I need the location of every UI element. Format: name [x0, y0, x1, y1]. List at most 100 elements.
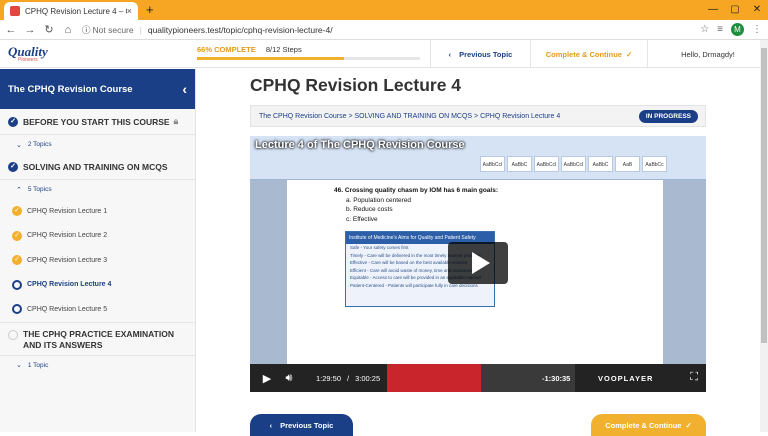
reload-icon[interactable]: ↻ [41, 23, 57, 36]
fullscreen-icon[interactable]: ⛶ [690, 371, 698, 384]
forward-icon[interactable]: → [22, 24, 38, 36]
video-controls: ▶ 🔊︎ 1:29:50 / 3:00:25 -1:30:35 VOOPLAYE… [250, 364, 706, 392]
previous-topic-button[interactable]: ‹ Previous Topic [430, 40, 530, 68]
checkmark-icon: ✓ [685, 420, 692, 430]
collapse-chevron-icon[interactable]: ‹ [182, 81, 187, 97]
window-controls: — ▢ ✕ [702, 0, 768, 20]
play-icon[interactable]: ▶ [256, 372, 278, 385]
complete-continue-label: Complete & Continue [545, 49, 622, 59]
lesson-label: CPHQ Revision Lecture 2 [27, 232, 108, 240]
info-icon[interactable]: ⓘ [82, 24, 91, 36]
favicon-icon [10, 6, 20, 16]
close-window-icon[interactable]: ✕ [746, 0, 768, 20]
answer-option: b. Reduce costs [346, 206, 393, 213]
logo-subword: Pioneers [18, 57, 38, 63]
lesson-label: CPHQ Revision Lecture 3 [27, 256, 108, 264]
checkmark-icon: ✓ [625, 49, 633, 59]
section-practice-exam[interactable]: THE CPHQ PRACTICE EXAMINATION AND ITS AN… [0, 321, 195, 356]
section-title: BEFORE YOU START THIS COURSE [23, 116, 170, 127]
style-swatch: AaBbC [588, 156, 613, 172]
section-before-you-start[interactable]: ✓ BEFORE YOU START THIS COURSE 🔒︎ [0, 109, 195, 135]
new-tab-button[interactable]: + [146, 3, 154, 17]
chevron-up-icon: ⌃ [16, 186, 22, 194]
style-swatch: AaBbCc [642, 156, 667, 172]
video-player[interactable]: AaBbCcI AaBbC AaBbCcI AaBbCcI AaBbC AaB … [250, 136, 706, 392]
style-swatch: AaB [615, 156, 640, 172]
bottom-previous-topic-button[interactable]: ‹ Previous Topic [250, 414, 353, 436]
breadcrumb-text[interactable]: The CPHQ Revision Course > SOLVING AND T… [259, 113, 560, 120]
lesson-content: CPHQ Revision Lecture 4 The CPHQ Revisio… [197, 69, 760, 436]
time-remaining: -1:30:35 [542, 374, 571, 383]
page-title: CPHQ Revision Lecture 4 [250, 75, 462, 95]
completed-check-icon: ✓ [12, 255, 22, 266]
previous-topic-label: Previous Topic [459, 49, 513, 59]
user-greeting[interactable]: Hello, Drmagdy! [647, 40, 768, 68]
sidebar-course-header[interactable]: The CPHQ Revision Course ‹ [0, 69, 195, 109]
completed-check-icon: ✓ [8, 161, 18, 172]
address-bar-row: ← → ↻ ⌂ ⓘ Not secure | qualitypioneers.t… [0, 20, 768, 40]
progress-bar [197, 57, 420, 60]
section-topics-toggle[interactable]: ⌃ 5 Topics [0, 180, 195, 199]
url-field[interactable]: ⓘ Not secure | qualitypioneers.test/topi… [82, 22, 700, 37]
style-swatch: AaBbCcI [480, 156, 505, 172]
style-swatch: AaBbC [507, 156, 532, 172]
greeting-text: Hello, Drmagdy! [681, 49, 735, 59]
chevron-left-icon: ‹ [448, 49, 452, 59]
back-icon[interactable]: ← [3, 24, 19, 36]
reading-list-icon[interactable]: ≡ [717, 24, 723, 35]
scrollbar-thumb[interactable] [761, 48, 767, 343]
question-line: 46. Crossing quality chasm by IOM has 6 … [334, 187, 498, 194]
complete-continue-button[interactable]: Complete & Continue ✓ [530, 40, 647, 68]
maximize-icon[interactable]: ▢ [724, 0, 746, 20]
lesson-label: CPHQ Revision Lecture 4 [27, 281, 112, 289]
completed-check-icon: ✓ [12, 206, 22, 217]
bottom-complete-continue-button[interactable]: Complete & Continue ✓ [591, 414, 706, 436]
progress-percent: 66% COMPLETE [197, 45, 256, 54]
chevron-left-icon: ‹ [269, 420, 273, 430]
section-title: SOLVING AND TRAINING ON MCQS [23, 161, 168, 172]
current-time: 1:29:50 [316, 373, 342, 383]
browser-menu-icon[interactable]: ⋮ [752, 24, 762, 35]
lock-icon: 🔒︎ [173, 116, 179, 126]
volume-icon[interactable]: 🔊︎ [278, 372, 300, 385]
lesson-item-2[interactable]: ✓ CPHQ Revision Lecture 2 [0, 224, 195, 249]
section-topics-toggle[interactable]: ⌄ 1 Topic [0, 356, 195, 375]
course-topbar: Quality Pioneers 66% COMPLETE 8/12 Steps… [0, 40, 768, 68]
status-badge: IN PROGRESS [638, 110, 698, 123]
player-brand-logo: VOOPLAYER [598, 374, 654, 383]
url-text[interactable]: qualitypioneers.test/topic/cphq-revision… [148, 25, 333, 35]
browser-tab[interactable]: CPHQ Revision Lecture 4 – Quali × [4, 2, 138, 20]
chevron-down-icon: ⌄ [16, 141, 22, 149]
incomplete-circle-icon [12, 304, 22, 315]
bottom-complete-label: Complete & Continue [605, 420, 682, 430]
course-progress: 66% COMPLETE 8/12 Steps [197, 45, 420, 60]
page-scrollbar[interactable] [760, 40, 768, 432]
seek-played [387, 364, 481, 392]
breadcrumb: The CPHQ Revision Course > SOLVING AND T… [250, 105, 706, 127]
lesson-item-3[interactable]: ✓ CPHQ Revision Lecture 3 [0, 248, 195, 273]
site-logo[interactable]: Quality Pioneers [8, 43, 60, 65]
time-separator: / [347, 373, 350, 383]
topics-count: 2 Topics [27, 141, 52, 148]
profile-avatar[interactable]: M [731, 23, 744, 36]
browser-tab-strip: CPHQ Revision Lecture 4 – Quali × + — ▢ … [0, 0, 768, 20]
lesson-item-4[interactable]: CPHQ Revision Lecture 4 [0, 273, 195, 298]
lesson-item-1[interactable]: ✓ CPHQ Revision Lecture 1 [0, 199, 195, 224]
progress-bar-fill [197, 57, 345, 60]
progress-steps: 8/12 Steps [265, 45, 302, 54]
ribbon-style-gallery: AaBbCcI AaBbC AaBbCcI AaBbCcI AaBbC AaB … [480, 156, 667, 172]
lesson-item-5[interactable]: CPHQ Revision Lecture 5 [0, 297, 195, 322]
chevron-down-icon: ⌄ [16, 362, 22, 369]
home-icon[interactable]: ⌂ [60, 24, 76, 36]
section-solving-mcqs[interactable]: ✓ SOLVING AND TRAINING ON MCQS [0, 154, 195, 180]
completed-check-icon: ✓ [12, 230, 22, 241]
big-play-button[interactable] [448, 242, 508, 284]
bookmark-star-icon[interactable]: ☆ [700, 24, 709, 35]
video-title: Lecture 4 of The CPHQ Revision Course [255, 139, 465, 151]
question-text: 46. Crossing quality chasm by IOM has 6 … [334, 186, 498, 224]
topics-count: 1 Topic [27, 361, 49, 369]
section-topics-toggle[interactable]: ⌄ 2 Topics [0, 135, 195, 154]
tab-close-icon[interactable]: × [127, 6, 132, 16]
topics-count: 5 Topics [27, 186, 52, 193]
minimize-icon[interactable]: — [702, 0, 724, 20]
